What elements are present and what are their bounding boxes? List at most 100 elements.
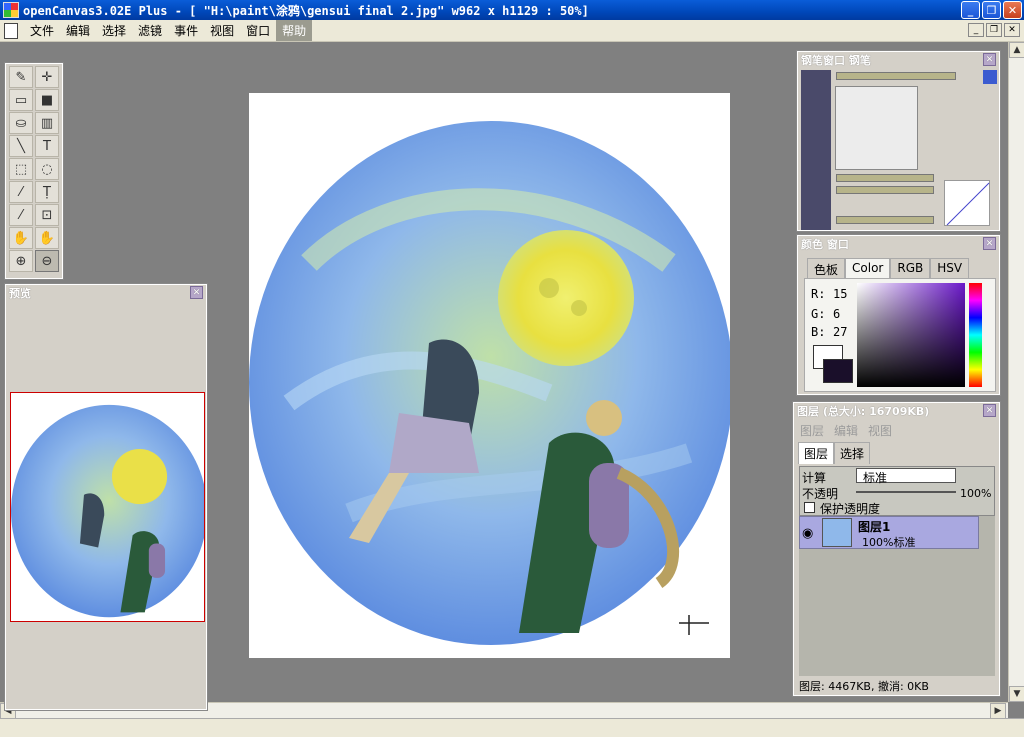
tab-swatches[interactable]: 色板	[807, 258, 846, 280]
scroll-right-icon[interactable]: ▶	[990, 703, 1006, 719]
mdi-restore-button[interactable]: ❐	[986, 23, 1002, 37]
eyedropper-icon[interactable]: ⁄	[9, 204, 33, 226]
scroll-down-icon[interactable]: ▼	[1009, 686, 1024, 702]
b-label: B:	[811, 325, 826, 339]
b-value: 27	[833, 325, 848, 339]
mdi-close-button[interactable]: ✕	[1004, 23, 1020, 37]
r-label: R:	[811, 287, 826, 301]
tab-hsv[interactable]: HSV	[930, 258, 970, 280]
close-button[interactable]: ✕	[1003, 1, 1022, 19]
pen-icon[interactable]: ✎	[9, 66, 33, 88]
preview-thumbnail[interactable]	[10, 392, 205, 622]
layers-menu-view[interactable]: 视图	[868, 422, 892, 439]
bucket-icon[interactable]: ⛀	[9, 112, 33, 134]
menu-event[interactable]: 事件	[168, 20, 204, 41]
blend-label: 计算	[802, 471, 827, 485]
scroll-up-icon[interactable]: ▲	[1009, 42, 1024, 58]
layer-thumbnail	[822, 518, 852, 547]
move-icon[interactable]: ✛	[35, 66, 59, 88]
color-close-icon[interactable]: ✕	[983, 237, 996, 250]
gradient-icon[interactable]: ▥	[35, 112, 59, 134]
layers-panel: 图层 (总大小: 16709KB) ✕ 图层 编辑 视图 图层 选择 计算 标准…	[792, 401, 1001, 697]
menu-help[interactable]: 帮助	[276, 20, 313, 41]
preview-panel: 预览 ✕	[4, 283, 208, 711]
eraser-icon[interactable]: ▭	[9, 89, 33, 111]
menu-filter[interactable]: 滤镜	[132, 20, 168, 41]
hue-slider[interactable]	[969, 283, 982, 387]
tool-palette: ✎ ✛ ▭ ■ ⛀ ▥ ╲ T ⬚ ◌ ⁄ Ṭ ⁄ ⊡ ✋ ✋ ⊕ ⊖	[4, 62, 64, 280]
opacity-value: 100%	[960, 487, 992, 500]
protect-transparency-checkbox[interactable]	[804, 502, 815, 513]
minimize-button[interactable]: _	[961, 1, 980, 19]
tab-layers[interactable]: 图层	[798, 442, 835, 464]
status-bar	[0, 718, 1024, 737]
layers-close-icon[interactable]: ✕	[983, 404, 996, 417]
brush-tip-strip[interactable]	[801, 70, 831, 230]
rect-select-icon[interactable]: ⬚	[9, 158, 33, 180]
brush-slider-1[interactable]	[836, 174, 934, 182]
rotate-hand-icon[interactable]: ✋	[35, 227, 59, 249]
preview-artwork	[11, 404, 204, 618]
menu-view[interactable]: 视图	[204, 20, 240, 41]
title-bar: openCanvas3.02E Plus - [ "H:\paint\涂鸦\ge…	[0, 0, 1024, 20]
preview-title: 预览	[9, 287, 31, 300]
pressure-curve[interactable]	[944, 180, 990, 226]
color-title: 颜色 窗口	[801, 238, 849, 251]
preview-close-icon[interactable]: ✕	[190, 286, 203, 299]
layer-name: 图层1	[858, 520, 891, 534]
line-icon[interactable]: ╲	[9, 135, 33, 157]
protect-transparency-label: 保护透明度	[820, 502, 881, 516]
menu-select[interactable]: 选择	[96, 20, 132, 41]
blend-mode-select[interactable]: 标准	[856, 468, 956, 485]
painting-artwork	[249, 121, 730, 645]
layers-menu-layer[interactable]: 图层	[800, 422, 824, 439]
window-title: openCanvas3.02E Plus - [ "H:\paint\涂鸦\ge…	[23, 3, 589, 18]
brush-slider-2[interactable]	[836, 186, 934, 194]
layer-info: 100%标准	[862, 536, 916, 549]
drawing-canvas[interactable]	[249, 93, 730, 658]
brush-preview	[835, 86, 918, 170]
tab-selection[interactable]: 选择	[834, 442, 871, 464]
zoom-in-icon[interactable]: ⊕	[9, 250, 33, 272]
mdi-minimize-button[interactable]: _	[968, 23, 984, 37]
saturation-value-picker[interactable]	[857, 283, 965, 387]
magic-wand-icon[interactable]: ⁄	[9, 181, 33, 203]
foreground-color-swatch[interactable]	[823, 359, 853, 383]
app-icon	[3, 2, 19, 18]
menu-file[interactable]: 文件	[24, 20, 60, 41]
layers-title-bar[interactable]: 图层 (总大小: 16709KB) ✕	[794, 403, 999, 419]
restore-button[interactable]: ❐	[982, 1, 1001, 19]
tab-color[interactable]: Color	[845, 258, 891, 280]
fill-rect-icon[interactable]: ■	[35, 89, 59, 111]
brush-close-icon[interactable]: ✕	[983, 53, 996, 66]
tab-rgb[interactable]: RGB	[890, 258, 931, 280]
blend-settings: 计算 标准 不透明 100% 保护透明度	[799, 466, 995, 516]
layers-menu-edit[interactable]: 编辑	[834, 422, 858, 439]
hand-icon[interactable]: ✋	[9, 227, 33, 249]
save-icon[interactable]	[983, 70, 997, 84]
menu-window[interactable]: 窗口	[240, 20, 276, 41]
brush-slider-3[interactable]	[836, 216, 934, 224]
layer-row[interactable]: ◉ 图层1 100%标准	[799, 516, 979, 549]
text-select-icon[interactable]: Ṭ	[35, 181, 59, 203]
crop-icon[interactable]: ⊡	[35, 204, 59, 226]
r-value: 15	[833, 287, 848, 301]
brush-title: 钢笔窗口 钢笔	[801, 54, 871, 67]
layers-title: 图层 (总大小: 16709KB)	[797, 405, 930, 418]
document-icon[interactable]	[4, 22, 18, 39]
opacity-slider[interactable]	[856, 491, 956, 493]
g-label: G:	[811, 307, 826, 321]
brush-title-bar[interactable]: 钢笔窗口 钢笔 ✕	[798, 52, 999, 68]
menu-edit[interactable]: 编辑	[60, 20, 96, 41]
color-picker-area: R: 15 G: 6 B: 27	[804, 278, 996, 392]
eye-icon[interactable]: ◉	[802, 526, 813, 541]
text-icon[interactable]: T	[35, 135, 59, 157]
color-title-bar[interactable]: 颜色 窗口 ✕	[798, 236, 999, 252]
brush-size-ruler[interactable]	[836, 72, 956, 80]
lasso-icon[interactable]: ◌	[35, 158, 59, 180]
zoom-out-icon[interactable]: ⊖	[35, 250, 59, 272]
layer-status: 图层: 4467KB, 撤消: 0KB	[799, 680, 929, 693]
vertical-scrollbar[interactable]: ▲ ▼	[1008, 42, 1024, 702]
preview-title-bar[interactable]: 预览 ✕	[6, 285, 206, 301]
g-value: 6	[833, 307, 841, 321]
